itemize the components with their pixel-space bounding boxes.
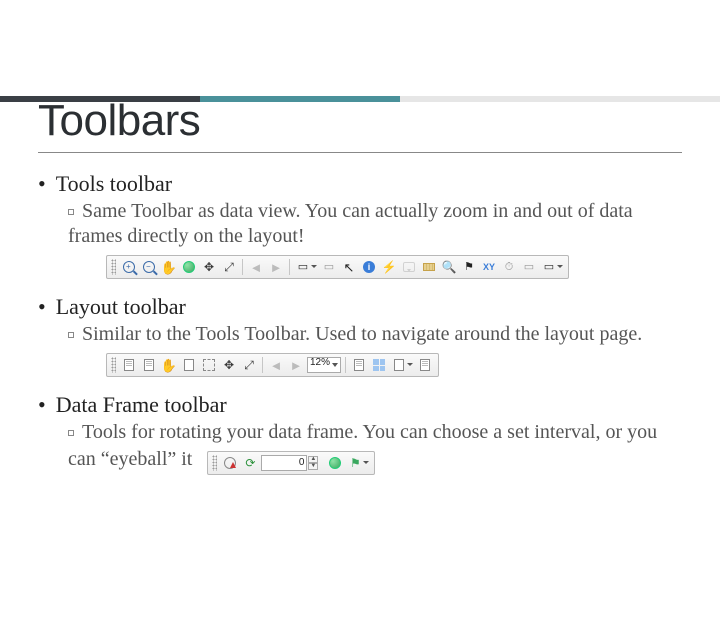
- layout-fixed-zoomin-icon[interactable]: ✥: [220, 356, 238, 374]
- subbullet-text: Same Toolbar as data view. You can actua…: [68, 200, 633, 247]
- focus-dataframe-icon[interactable]: [370, 356, 388, 374]
- toolbar-grip[interactable]: [111, 357, 116, 373]
- identify-icon[interactable]: i: [360, 258, 378, 276]
- find-route-icon[interactable]: ⚑: [460, 258, 478, 276]
- hyperlink-icon[interactable]: ⚡: [380, 258, 398, 276]
- tools-toolbar-image: + − ✋ ✥ ⤢ ◄ ► ▭ ▭ ↖ i ⚡ 🔍 ⚑ XY ⏱: [106, 255, 682, 280]
- bullet-dataframe-toolbar: •Data Frame toolbar: [38, 392, 682, 418]
- decorative-top-rule: [0, 96, 720, 114]
- layout-pan-icon[interactable]: ✋: [160, 356, 178, 374]
- toolbar-grip[interactable]: [212, 455, 217, 471]
- goto-xy-icon[interactable]: XY: [480, 258, 498, 276]
- fixed-zoom-out-icon[interactable]: ⤢: [220, 258, 238, 276]
- measure-icon[interactable]: [420, 258, 438, 276]
- rotation-value[interactable]: 0: [261, 455, 307, 471]
- zoom-out-icon[interactable]: −: [140, 258, 158, 276]
- heading-text: Tools toolbar: [56, 171, 172, 196]
- html-popup-icon: [400, 258, 418, 276]
- layout-fixed-zoomout-icon[interactable]: ⤢: [240, 356, 258, 374]
- slide-content: •Tools toolbar Same Toolbar as data view…: [38, 171, 682, 492]
- clear-selection-icon: ▭: [320, 258, 338, 276]
- select-features-icon[interactable]: ▭: [294, 258, 312, 276]
- my-places-icon[interactable]: [326, 454, 344, 472]
- rotation-stepper[interactable]: ▲▼: [308, 456, 318, 470]
- subbullet-text: Similar to the Tools Toolbar. Used to na…: [82, 323, 642, 345]
- layout-next-extent-icon: ►: [287, 356, 305, 374]
- next-extent-icon: ►: [267, 258, 285, 276]
- pan-hand-icon[interactable]: ✋: [160, 258, 178, 276]
- toolbar-grip[interactable]: [111, 259, 116, 275]
- full-extent-icon[interactable]: [180, 258, 198, 276]
- tools-toolbar: + − ✋ ✥ ⤢ ◄ ► ▭ ▭ ↖ i ⚡ 🔍 ⚑ XY ⏱: [106, 255, 569, 279]
- time-slider-icon: ⏱: [500, 258, 518, 276]
- bookmark-icon[interactable]: ⚑: [346, 454, 364, 472]
- layout-toolbar: ✋ ✥ ⤢ ◄ ► 12%: [106, 353, 439, 377]
- layout-zoom-percent[interactable]: 12%: [307, 357, 341, 373]
- fixed-zoom-in-icon[interactable]: ✥: [200, 258, 218, 276]
- clear-rotation-icon[interactable]: ⟳: [241, 454, 259, 472]
- subbullet-layout-toolbar: Similar to the Tools Toolbar. Used to na…: [68, 322, 682, 347]
- prev-extent-icon: ◄: [247, 258, 265, 276]
- change-layout-icon[interactable]: [390, 356, 408, 374]
- heading-text: Layout toolbar: [56, 294, 186, 319]
- slide: Toolbars •Tools toolbar Same Toolbar as …: [0, 96, 720, 636]
- layout-zoom-out-icon[interactable]: [140, 356, 158, 374]
- dataframe-toolbar-image: ⟳ 0 ▲▼ ⚑: [207, 451, 375, 478]
- zoom-100-icon[interactable]: [200, 356, 218, 374]
- data-driven-pages-icon[interactable]: [416, 356, 434, 374]
- create-viewer-icon: ▭: [520, 258, 538, 276]
- rotate-tool-icon[interactable]: [221, 454, 239, 472]
- zoom-in-icon[interactable]: +: [120, 258, 138, 276]
- layout-prev-extent-icon: ◄: [267, 356, 285, 374]
- toggle-draft-icon[interactable]: [350, 356, 368, 374]
- zoom-whole-page-icon[interactable]: [180, 356, 198, 374]
- find-icon[interactable]: 🔍: [440, 258, 458, 276]
- dataframe-toolbar: ⟳ 0 ▲▼ ⚑: [207, 451, 375, 475]
- heading-text: Data Frame toolbar: [56, 392, 227, 417]
- open-image-icon[interactable]: ▭: [540, 258, 558, 276]
- subbullet-tools-toolbar: Same Toolbar as data view. You can actua…: [68, 199, 682, 249]
- bullet-layout-toolbar: •Layout toolbar: [38, 294, 682, 320]
- layout-zoom-in-icon[interactable]: [120, 356, 138, 374]
- select-elements-icon[interactable]: ↖: [340, 258, 358, 276]
- layout-toolbar-image: ✋ ✥ ⤢ ◄ ► 12%: [106, 353, 682, 378]
- subbullet-dataframe-toolbar: Tools for rotating your data frame. You …: [68, 420, 682, 492]
- bullet-tools-toolbar: •Tools toolbar: [38, 171, 682, 197]
